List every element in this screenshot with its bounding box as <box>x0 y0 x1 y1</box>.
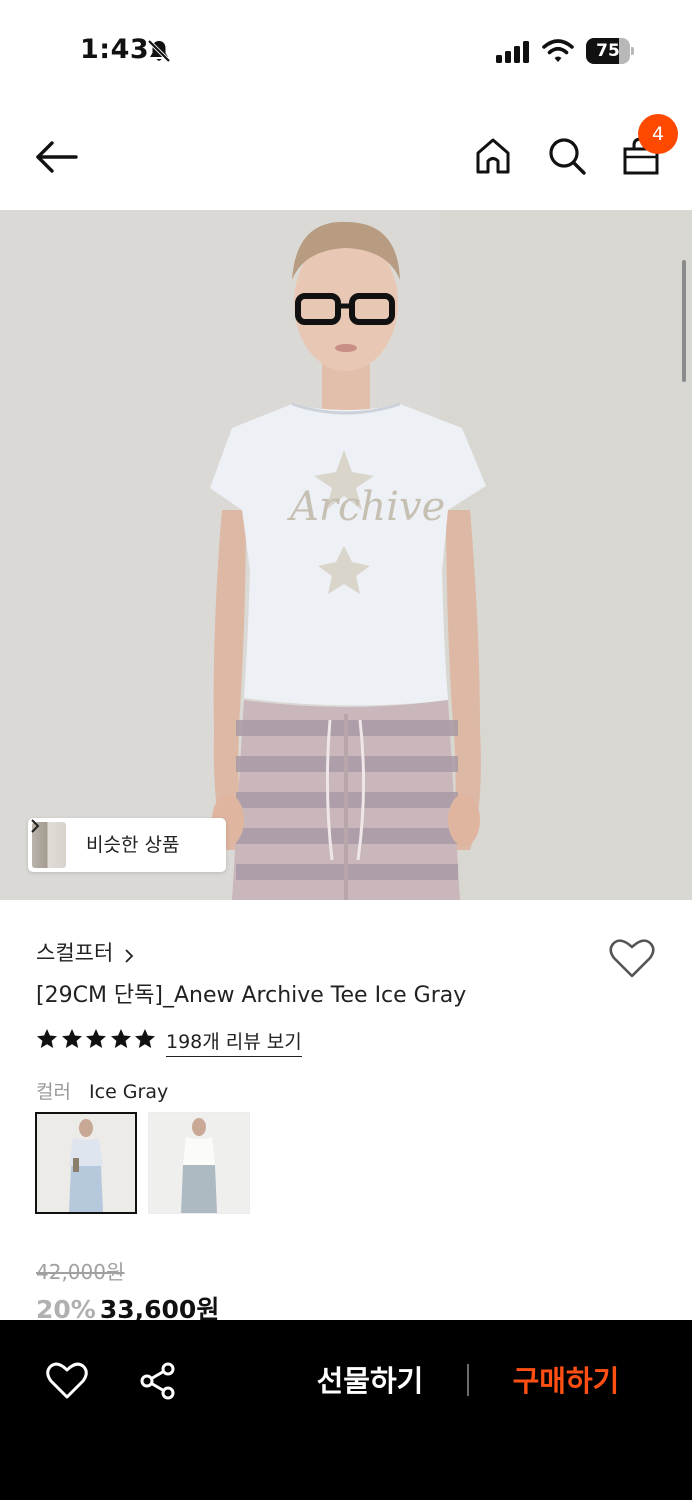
star-icon <box>86 1029 106 1048</box>
rating-stars <box>36 1029 159 1048</box>
status-time: 1:43 <box>80 34 150 65</box>
image-scroll-indicator[interactable] <box>682 260 686 382</box>
swatch-image <box>37 1114 135 1212</box>
bottom-action-bar: 선물하기 구매하기 <box>0 1320 692 1500</box>
rating-row: 198개 리뷰 보기 <box>36 1028 302 1058</box>
battery-percent: 75 <box>596 41 620 61</box>
home-icon[interactable] <box>472 135 514 177</box>
top-navigation: 4 <box>0 100 692 210</box>
battery-cap <box>631 47 634 55</box>
star-icon <box>61 1029 82 1048</box>
product-title: [29CM 단독]_Anew Archive Tee Ice Gray <box>36 983 467 1008</box>
gift-button[interactable]: 선물하기 <box>300 1356 440 1406</box>
svg-text:Archive: Archive <box>286 484 445 530</box>
battery-icon: 75 <box>586 38 634 64</box>
heart-icon[interactable] <box>46 1360 88 1402</box>
action-divider <box>467 1364 469 1396</box>
swatch-image <box>149 1113 249 1213</box>
star-icon <box>135 1029 155 1048</box>
star-icon <box>110 1029 131 1048</box>
brand-name: 스컬프터 <box>36 941 114 965</box>
battery-body: 75 <box>586 38 630 64</box>
share-icon[interactable] <box>138 1361 178 1401</box>
color-label: 컬러 <box>36 1081 71 1103</box>
brand-link[interactable]: 스컬프터 <box>36 938 134 968</box>
chevron-right-icon <box>31 819 40 833</box>
wifi-icon <box>542 39 574 62</box>
product-image-hero[interactable]: Archive 비슷한 상품 <box>0 210 692 900</box>
color-swatch-white[interactable] <box>148 1112 250 1214</box>
similar-products-button[interactable]: 비슷한 상품 <box>28 818 226 872</box>
cart-count-badge: 4 <box>638 114 678 154</box>
bell-slash-icon <box>147 39 171 63</box>
review-link[interactable]: 198개 리뷰 보기 <box>166 1028 302 1057</box>
product-photo: Archive <box>0 210 692 900</box>
similar-products-label: 비슷한 상품 <box>86 834 180 856</box>
star-icon <box>37 1029 57 1048</box>
heart-icon[interactable] <box>608 936 656 980</box>
color-row: 컬러 Ice Gray <box>36 1078 168 1106</box>
buy-button[interactable]: 구매하기 <box>496 1356 636 1406</box>
back-arrow-icon[interactable] <box>30 136 82 178</box>
color-swatch-ice-gray[interactable] <box>35 1112 137 1214</box>
color-value: Ice Gray <box>89 1081 169 1103</box>
search-icon[interactable] <box>546 135 588 177</box>
status-bar: 1:43 75 <box>0 0 692 100</box>
signal-icon <box>496 41 529 63</box>
chevron-right-icon <box>125 948 134 963</box>
original-price: 42,000원 <box>36 1260 125 1284</box>
